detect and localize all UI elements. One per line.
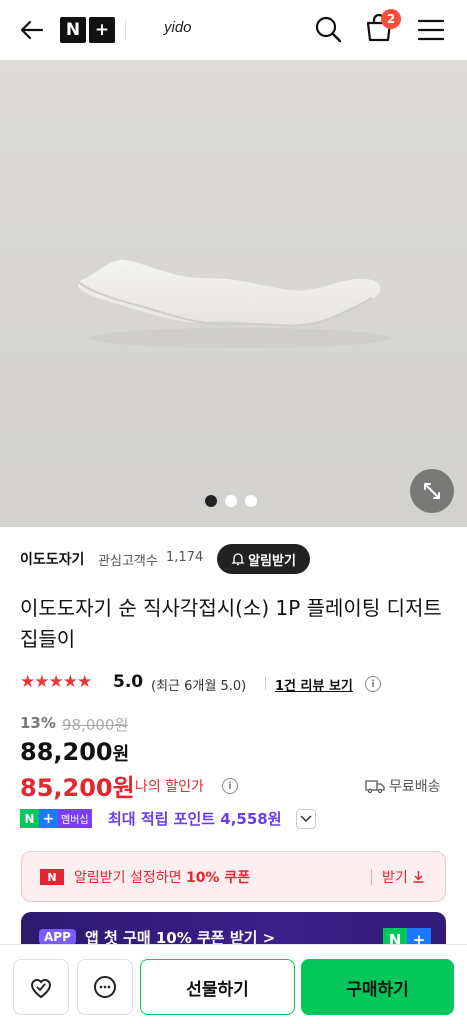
back-arrow-icon[interactable] <box>16 14 48 46</box>
free-shipping: 무료배송 <box>365 776 441 796</box>
discount-rate: 13% <box>20 714 56 732</box>
coupon-text-bold: 10% 쿠폰 <box>185 870 251 886</box>
my-discount-price: 85,200원 <box>20 774 135 802</box>
product-title: 이도도자기 순 직사각접시(소) 1P 플레이팅 디저트 집들이 <box>20 596 442 651</box>
gallery-dot[interactable] <box>225 495 237 507</box>
membership-n: N <box>20 809 39 828</box>
rating-score: 5.0 <box>113 672 144 692</box>
logo-n: N <box>60 17 86 43</box>
heart-check-icon <box>30 979 52 999</box>
header-divider <box>125 20 126 40</box>
sale-price: 88,200원 <box>20 738 129 766</box>
wishlist-button[interactable] <box>13 959 69 1015</box>
info-icon[interactable]: i <box>365 676 381 692</box>
my-price-label: 나의 할인가 <box>135 779 204 795</box>
gallery-pagination <box>205 495 257 507</box>
truck-icon <box>365 780 385 794</box>
talk-button[interactable] <box>77 959 133 1015</box>
coupon-text: 알림받기 설정하면 10% 쿠폰 <box>74 867 250 887</box>
bell-plus-icon <box>231 553 245 566</box>
coupon-divider <box>371 869 372 885</box>
top-header: N + yido 2 <box>0 0 467 60</box>
membership-badge: N + 멤버십 <box>20 809 92 828</box>
cart-count-badge: 2 <box>381 9 401 29</box>
info-icon[interactable]: i <box>222 778 238 794</box>
gift-button[interactable]: 선물하기 <box>140 959 295 1015</box>
sale-price-unit: 원 <box>112 744 130 765</box>
membership-plus: + <box>39 809 58 828</box>
follower-label: 관심고객수 <box>98 554 158 569</box>
sale-price-value: 88,200 <box>20 738 113 766</box>
max-points-text[interactable]: 최대 적립 포인트 4,558원 <box>108 808 282 829</box>
free-shipping-label: 무료배송 <box>389 779 441 795</box>
review-link[interactable]: 1건 리뷰 보기 <box>275 675 353 694</box>
chevron-down-icon[interactable] <box>296 809 316 829</box>
download-icon <box>413 871 424 883</box>
store-name[interactable]: yido <box>164 19 192 36</box>
rating-period: (최근 6개월 5.0) <box>151 679 247 694</box>
coupon-get-label: 받기 <box>382 870 408 886</box>
coupon-text-prefix: 알림받기 설정하면 <box>74 870 186 886</box>
app-badge: APP <box>39 929 76 945</box>
alarm-subscribe-button[interactable]: 알림받기 <box>217 544 310 574</box>
chat-bubble-icon <box>94 976 116 998</box>
seller-name[interactable]: 이도도자기 <box>20 549 84 569</box>
coupon-banner[interactable]: N 알림받기 설정하면 10% 쿠폰 받기 <box>21 851 446 902</box>
rating-divider <box>265 677 266 690</box>
expand-icon[interactable] <box>410 469 454 513</box>
gallery-dot[interactable] <box>245 495 257 507</box>
coupon-get-button[interactable]: 받기 <box>382 867 425 887</box>
logo-plus: + <box>89 17 115 43</box>
search-icon[interactable] <box>312 13 344 45</box>
naver-n-icon: N <box>40 869 64 885</box>
membership-label: 멤버십 <box>58 809 92 828</box>
hamburger-menu-icon[interactable] <box>415 14 447 46</box>
alarm-label: 알림받기 <box>248 553 296 569</box>
follower-count: 1,174 <box>166 550 204 565</box>
original-price: 98,000원 <box>62 716 129 734</box>
product-image[interactable] <box>0 60 467 527</box>
star-rating-icon: ★★★★★ <box>20 672 92 692</box>
gallery-dot-active[interactable] <box>205 495 217 507</box>
nplus-logo[interactable]: N + <box>60 17 115 43</box>
plate-illustration <box>77 259 390 348</box>
bottom-action-bar: 선물하기 구매하기 <box>0 944 467 1024</box>
buy-button[interactable]: 구매하기 <box>301 959 454 1015</box>
